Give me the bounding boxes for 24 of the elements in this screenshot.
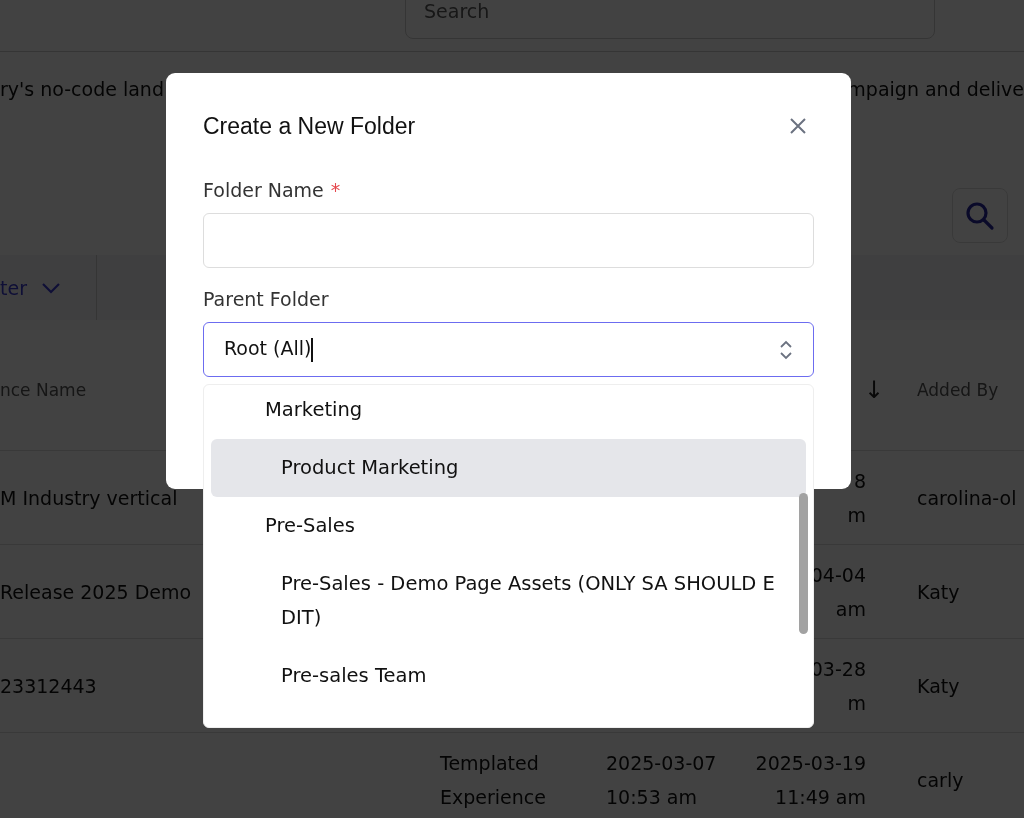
scrollbar-thumb[interactable]: [799, 493, 808, 634]
close-icon[interactable]: [789, 117, 807, 135]
field-label: Parent Folder: [203, 288, 329, 310]
table-cell-text: 8 m: [847, 468, 866, 528]
dropdown-option[interactable]: Product Marketing: [211, 439, 806, 497]
table-cell: carly: [917, 768, 964, 791]
table-cell: Katy: [917, 674, 960, 697]
required-mark: *: [330, 179, 341, 201]
table-cell: Katy: [917, 580, 960, 603]
table-cell: 23312443: [0, 674, 97, 697]
table-cell-text: Templated Experience: [440, 750, 546, 810]
intro-text: ry's no-code land: [0, 78, 164, 100]
field-label: Folder Name: [203, 179, 324, 201]
chevron-up-down-icon: [779, 339, 793, 360]
dropdown-option[interactable]: Marketing: [211, 385, 806, 439]
table-cell: M Industry vertical: [0, 486, 178, 509]
dropdown-option[interactable]: Pre-sales Team: [211, 647, 806, 705]
select-field[interactable]: Root (All): [203, 322, 814, 377]
modal-title: Create a New Folder: [203, 112, 416, 140]
table-cell-text: 2025-03-07 10:53 am: [606, 750, 717, 810]
input-field[interactable]: [203, 213, 814, 268]
table-cell-text: 2025-03-19 11:49 am: [755, 750, 866, 810]
table-cell: carolina-ol: [917, 486, 1017, 509]
table-cell: Release 2025 Demo: [0, 580, 192, 603]
